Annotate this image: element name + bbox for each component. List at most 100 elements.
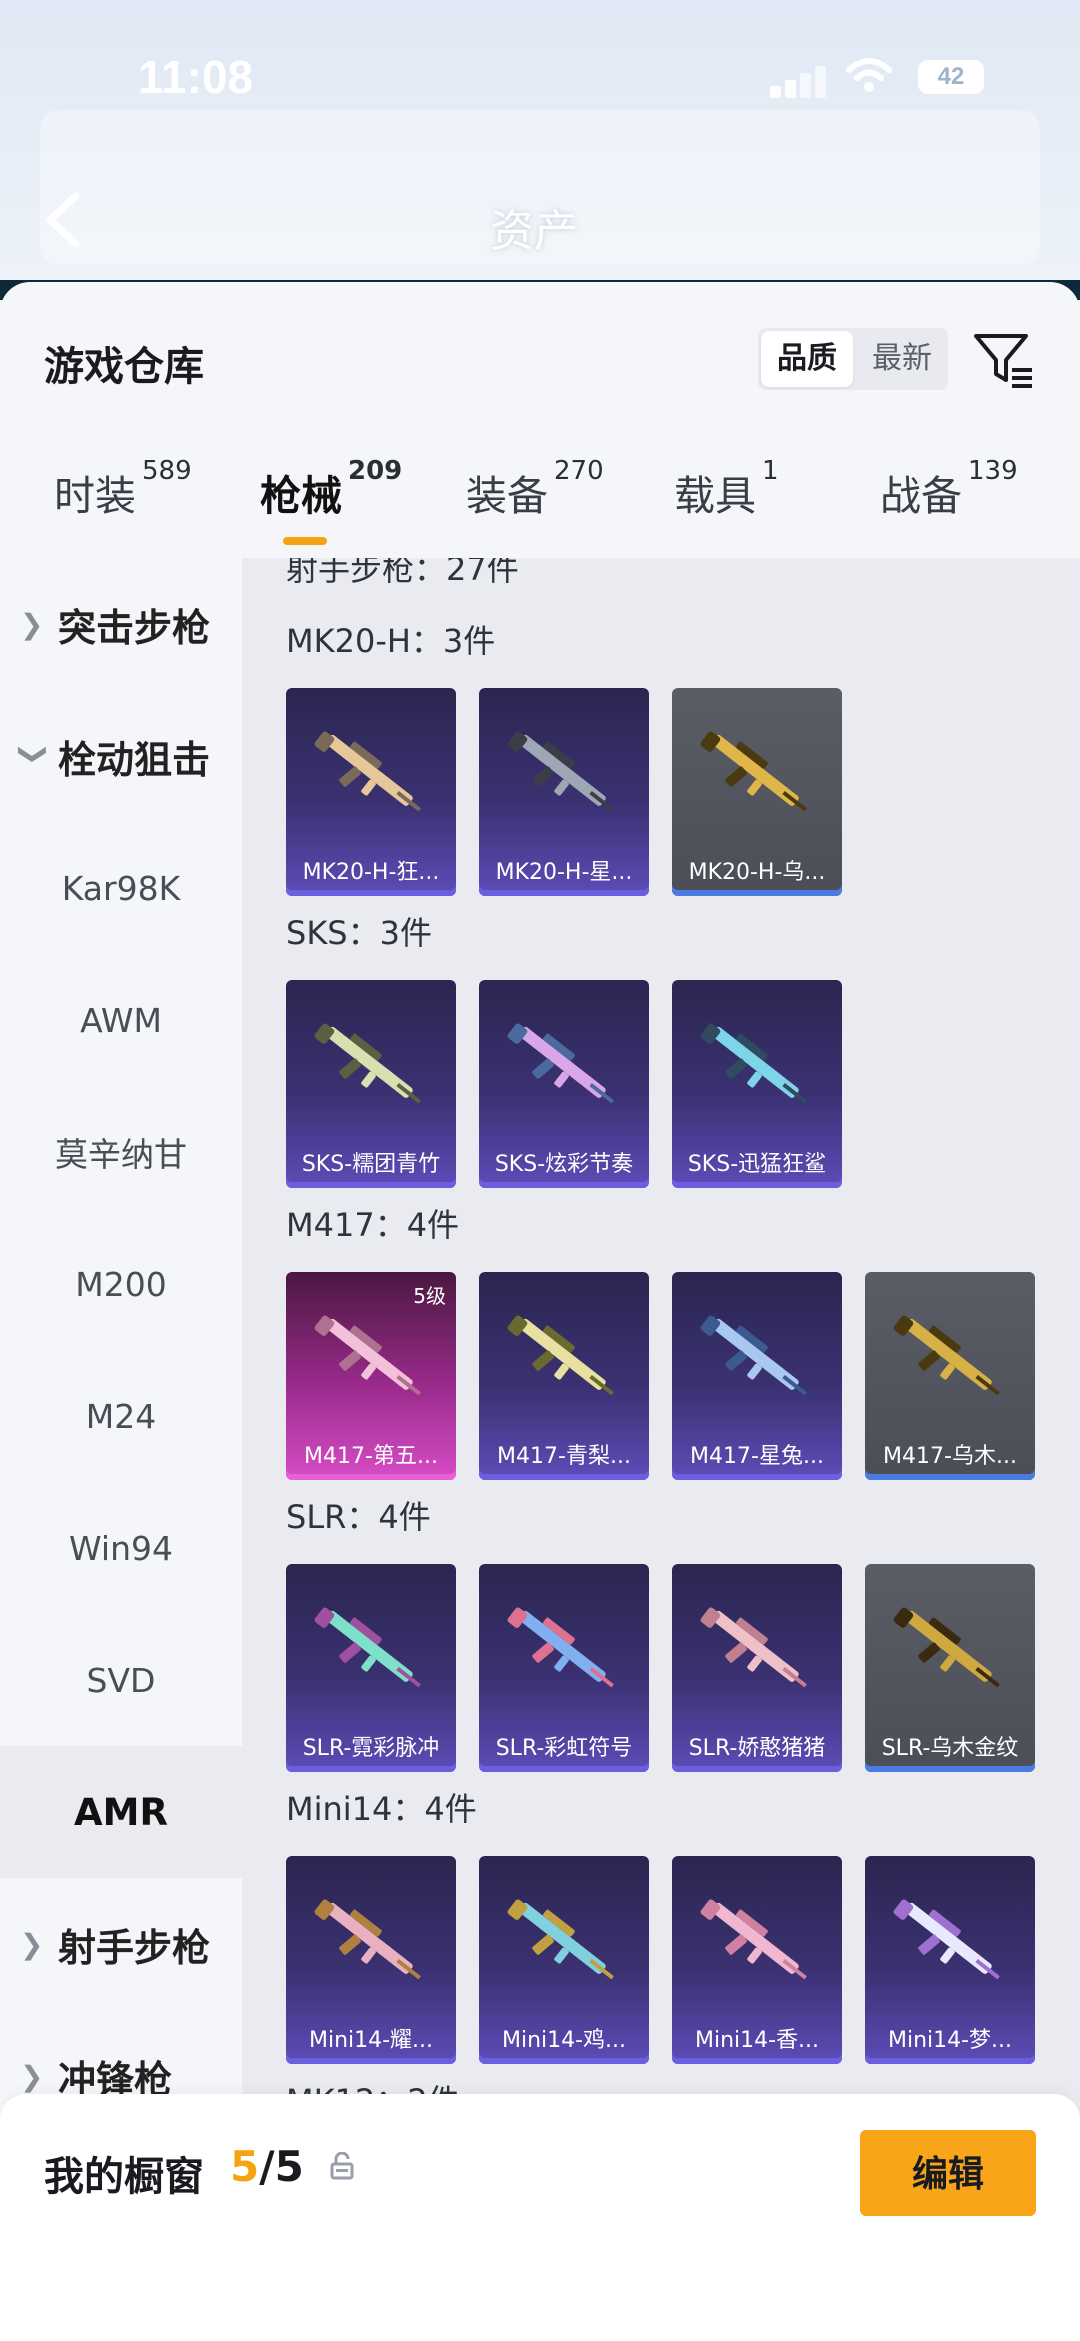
rifle-icon bbox=[700, 1315, 807, 1396]
sidebar-item-m24[interactable]: M24 bbox=[0, 1350, 242, 1482]
showcase-bar: 我的橱窗 5/5 编辑 bbox=[0, 2094, 1080, 2341]
weapon-skin-card[interactable]: Mini14-耀... bbox=[286, 1856, 456, 2064]
rifle-icon bbox=[507, 1899, 614, 1980]
weapon-skin-card[interactable]: Mini14-梦... bbox=[865, 1856, 1035, 2064]
sidebar-group-label: 栓动狙击 bbox=[58, 737, 211, 782]
weapon-skin-name: Mini14-梦... bbox=[887, 2028, 1013, 2053]
sidebar-item-svd[interactable]: SVD bbox=[0, 1614, 242, 1746]
tab-count: 589 bbox=[142, 456, 192, 486]
showcase-label: 我的橱窗 bbox=[44, 2154, 204, 2200]
tab-count: 139 bbox=[968, 456, 1018, 486]
sidebar-group-bolt-snipers[interactable]: ❯ 栓动狙击 bbox=[0, 690, 242, 822]
tab-firearms[interactable]: 枪械209 bbox=[260, 456, 402, 522]
weapon-skin-name: M417-乌木... bbox=[883, 1444, 1017, 1469]
active-tab-indicator bbox=[283, 537, 327, 545]
chevron-right-icon: ❯ bbox=[20, 607, 44, 641]
showcase-total: /5 bbox=[259, 2142, 304, 2191]
weapon-skin-card[interactable]: M417-第五... 5级 bbox=[286, 1272, 456, 1480]
section-title: SLR：4件 bbox=[286, 1498, 431, 1536]
weapon-skin-card[interactable]: SLR-彩虹符号 bbox=[479, 1564, 649, 1772]
level-badge: 5级 bbox=[413, 1284, 446, 1308]
wifi-icon bbox=[846, 58, 892, 104]
lock-icon[interactable] bbox=[330, 2151, 354, 2180]
weapon-skin-name: SKS-糯团青竹 bbox=[301, 1152, 441, 1177]
rifle-icon bbox=[507, 1315, 614, 1396]
sidebar-group-label: 射手步枪 bbox=[58, 1925, 211, 1970]
tab-fashion[interactable]: 时装589 bbox=[54, 456, 192, 522]
filter-icon[interactable] bbox=[970, 328, 1036, 390]
section-title: M417：4件 bbox=[286, 1206, 460, 1244]
weapon-skin-name: SLR-娇憨猪猪 bbox=[688, 1736, 826, 1761]
tab-count: 209 bbox=[348, 456, 403, 486]
edit-button[interactable]: 编辑 bbox=[860, 2130, 1036, 2216]
rifle-icon bbox=[893, 1607, 1000, 1688]
sidebar-group-label: 突击步枪 bbox=[58, 605, 211, 650]
sidebar-item-amr[interactable]: AMR bbox=[0, 1746, 242, 1878]
weapon-skin-name: MK20-H-狂... bbox=[302, 860, 440, 885]
tab-equipment[interactable]: 装备270 bbox=[466, 456, 604, 522]
section-title: MK20-H：3件 bbox=[286, 622, 496, 660]
weapon-skin-name: Mini14-耀... bbox=[308, 2028, 434, 2053]
weapon-skin-card[interactable]: MK20-H-狂... bbox=[286, 688, 456, 896]
weapon-skin-card[interactable]: SKS-炫彩节奏 bbox=[479, 980, 649, 1188]
status-bar: 11:08 42 bbox=[0, 0, 1080, 150]
tab-label: 时装 bbox=[54, 472, 136, 520]
weapon-skin-name: Mini14-香... bbox=[694, 2028, 820, 2053]
weapon-skin-card[interactable]: M417-星兔... bbox=[672, 1272, 842, 1480]
weapon-skin-card[interactable]: SLR-霓彩脉冲 bbox=[286, 1564, 456, 1772]
sidebar-item-win94[interactable]: Win94 bbox=[0, 1482, 242, 1614]
section-title: Mini14：4件 bbox=[286, 1790, 477, 1828]
tab-label: 载具 bbox=[674, 472, 756, 520]
rifle-icon bbox=[507, 1607, 614, 1688]
rifle-icon bbox=[507, 1023, 614, 1104]
weapon-skin-name: Mini14-鸡... bbox=[501, 2028, 627, 2053]
section-title: 射手步枪：27件 bbox=[286, 558, 519, 588]
chevron-down-icon: ❯ bbox=[17, 742, 51, 766]
tab-label: 枪械 bbox=[260, 472, 342, 520]
sidebar-item-awm[interactable]: AWM bbox=[0, 954, 242, 1086]
weapon-skin-name: M417-第五... bbox=[304, 1444, 438, 1469]
signal-icon bbox=[770, 62, 830, 98]
weapon-skin-name: SLR-乌木金纹 bbox=[881, 1736, 1019, 1761]
weapon-skin-card[interactable]: MK20-H-星... bbox=[479, 688, 649, 896]
tab-vehicles[interactable]: 载具1 bbox=[674, 456, 779, 522]
rifle-icon bbox=[893, 1315, 1000, 1396]
tab-count: 1 bbox=[762, 456, 779, 486]
weapon-skin-card[interactable]: Mini14-香... bbox=[672, 1856, 842, 2064]
tab-label: 装备 bbox=[466, 472, 548, 520]
chevron-right-icon: ❯ bbox=[20, 1927, 44, 1961]
weapon-skin-card[interactable]: SLR-乌木金纹 bbox=[865, 1564, 1035, 1772]
sidebar-item-m200[interactable]: M200 bbox=[0, 1218, 242, 1350]
sort-quality-option[interactable]: 品质 bbox=[761, 331, 853, 387]
showcase-current: 5 bbox=[230, 2142, 260, 2191]
weapon-skin-card[interactable]: MK20-H-乌... bbox=[672, 688, 842, 896]
weapon-skin-name: M417-星兔... bbox=[690, 1444, 824, 1469]
back-icon[interactable] bbox=[40, 190, 86, 250]
sidebar-item-mosin[interactable]: 莫辛纳甘 bbox=[0, 1086, 242, 1218]
weapon-skin-card[interactable]: M417-青梨... bbox=[479, 1272, 649, 1480]
sidebar-group-assault-rifles[interactable]: ❯ 突击步枪 bbox=[0, 558, 242, 690]
rifle-icon bbox=[314, 1899, 421, 1980]
tab-label: 战备 bbox=[880, 472, 962, 520]
tab-count: 270 bbox=[554, 456, 604, 486]
weapon-skin-name: SKS-炫彩节奏 bbox=[494, 1152, 634, 1177]
rifle-icon bbox=[507, 731, 614, 812]
category-tabs: 时装589 枪械209 装备270 载具1 战备139 bbox=[0, 456, 1080, 542]
weapon-skin-name: MK20-H-星... bbox=[495, 860, 633, 885]
tab-supplies[interactable]: 战备139 bbox=[880, 456, 1018, 522]
weapon-skin-name: SLR-彩虹符号 bbox=[495, 1736, 633, 1761]
weapon-skin-card[interactable]: M417-乌木... bbox=[865, 1272, 1035, 1480]
weapon-skin-card[interactable]: SLR-娇憨猪猪 bbox=[672, 1564, 842, 1772]
sidebar-item-kar98k[interactable]: Kar98K bbox=[0, 822, 242, 954]
sidebar-group-marksman-rifles[interactable]: ❯ 射手步枪 bbox=[0, 1878, 242, 2010]
rifle-icon bbox=[700, 731, 807, 812]
sort-newest-option[interactable]: 最新 bbox=[856, 328, 948, 390]
rifle-icon bbox=[314, 1315, 421, 1396]
weapon-skin-card[interactable]: SKS-迅猛狂鲨 bbox=[672, 980, 842, 1188]
weapon-skin-card[interactable]: Mini14-鸡... bbox=[479, 1856, 649, 2064]
weapon-skin-name: MK20-H-乌... bbox=[688, 860, 826, 885]
sheet-title: 游戏仓库 bbox=[44, 344, 204, 390]
rifle-icon bbox=[700, 1607, 807, 1688]
weapon-skin-name: SKS-迅猛狂鲨 bbox=[687, 1152, 827, 1177]
weapon-skin-card[interactable]: SKS-糯团青竹 bbox=[286, 980, 456, 1188]
